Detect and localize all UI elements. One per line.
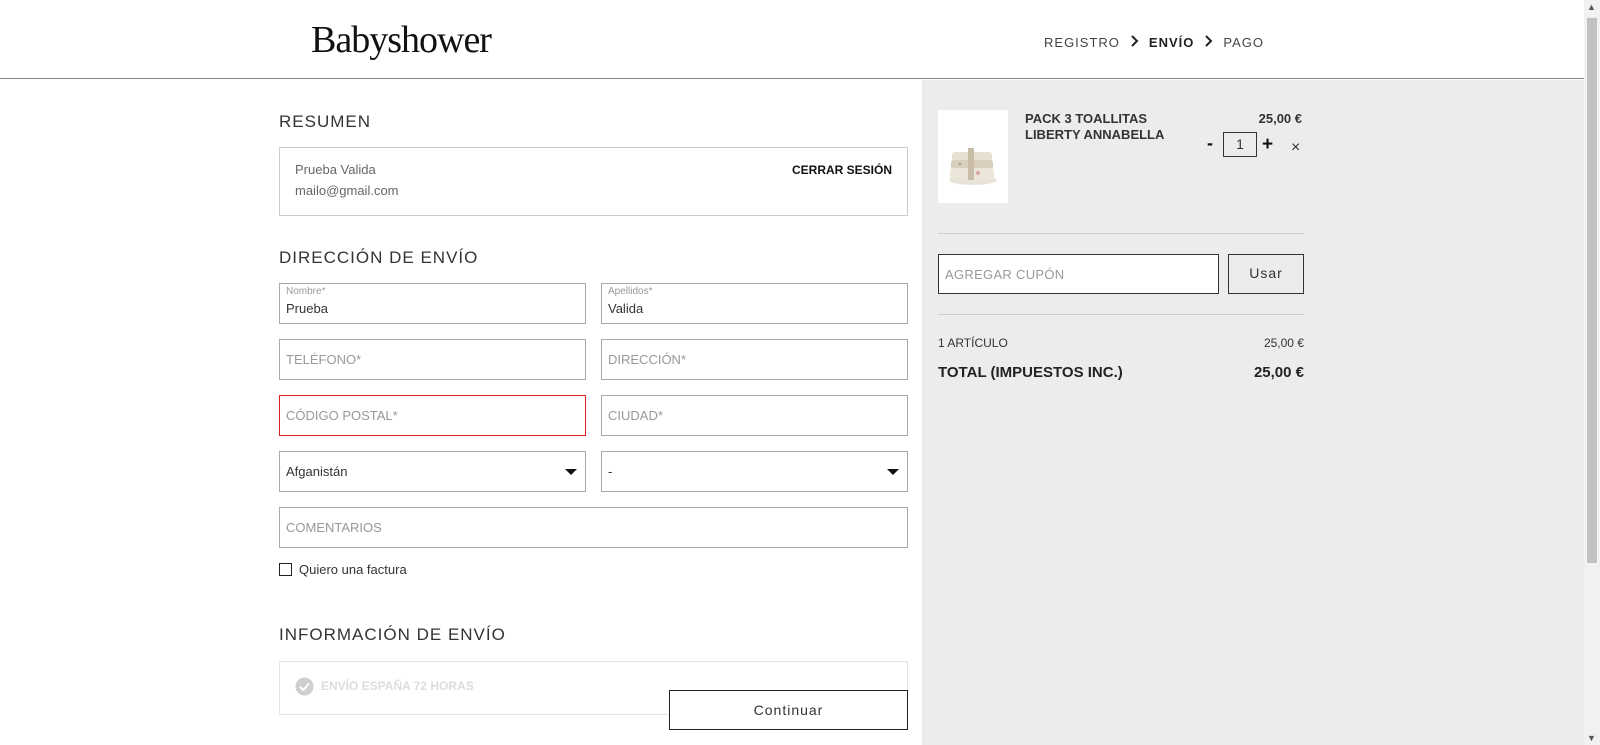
continue-button[interactable]: Continuar [669, 690, 908, 730]
page-scrollbar[interactable]: ▲ ▼ [1584, 0, 1600, 745]
direccion-placeholder: DIRECCIÓN* [608, 352, 687, 367]
step-envio: ENVÍO [1148, 34, 1195, 50]
ciudad-field[interactable]: CIUDAD* [601, 395, 908, 436]
order-summary-panel [922, 80, 1584, 745]
total-label: TOTAL (IMPUESTOS INC.) [938, 364, 1123, 381]
product-name[interactable]: PACK 3 TOALLITAS LIBERTY ANNABELLA [1025, 111, 1164, 143]
coupon-placeholder: AGREGAR CUPÓN [945, 267, 1065, 282]
shipping-info-title: INFORMACIÓN DE ENVÍO [279, 625, 506, 644]
quantity-decrease-button[interactable]: - [1207, 133, 1213, 154]
items-count-label: 1 ARTÍCULO [938, 336, 1008, 350]
nombre-label: Nombre* [286, 286, 326, 297]
telefono-placeholder: TELÉFONO* [286, 352, 362, 367]
account-summary-box: Prueba Valida mailo@gmail.com CERRAR SES… [279, 147, 908, 216]
shipping-address-title: DIRECCIÓN DE ENVÍO [279, 248, 479, 267]
remove-item-button[interactable]: × [1291, 139, 1300, 157]
codigo-postal-field[interactable]: CÓDIGO POSTAL* [279, 395, 586, 436]
nombre-field[interactable]: Nombre* Prueba [279, 283, 586, 324]
caret-down-icon [887, 469, 899, 475]
invoice-checkbox[interactable] [279, 563, 292, 576]
shipping-option-label: ENVÍO ESPAÑA 72 HORAS [321, 679, 474, 693]
product-name-line1: PACK 3 TOALLITAS [1025, 111, 1148, 126]
chevron-right-icon [1204, 34, 1213, 50]
nombre-value: Prueba [286, 301, 328, 316]
site-header: Babyshower REGISTRO ENVÍO PAGO [0, 0, 1584, 79]
scroll-down-arrow-icon[interactable]: ▼ [1587, 733, 1596, 743]
apply-coupon-button[interactable]: Usar [1228, 254, 1304, 294]
quantity-input[interactable]: 1 [1223, 132, 1257, 157]
product-name-line2: LIBERTY ANNABELLA [1025, 127, 1165, 142]
user-name: Prueba Valida [295, 162, 376, 177]
check-circle-icon [295, 677, 314, 701]
scroll-up-arrow-icon[interactable]: ▲ [1587, 2, 1596, 12]
step-pago: PAGO [1223, 34, 1264, 50]
cart-divider [938, 314, 1304, 315]
summary-title: RESUMEN [279, 112, 372, 131]
apellidos-label: Apellidos* [608, 286, 653, 297]
scrollbar-thumb[interactable] [1587, 18, 1597, 563]
caret-down-icon [565, 469, 577, 475]
telefono-field[interactable]: TELÉFONO* [279, 339, 586, 380]
apellidos-field[interactable]: Apellidos* Valida [601, 283, 908, 324]
close-icon: × [1291, 139, 1301, 156]
ciudad-placeholder: CIUDAD* [608, 408, 663, 423]
quantity-increase-button[interactable]: + [1262, 134, 1273, 156]
product-image [938, 110, 1008, 203]
total-value: 25,00 € [1253, 364, 1304, 381]
product-price: 25,00 € [1258, 111, 1302, 126]
step-registro[interactable]: REGISTRO [1044, 35, 1120, 50]
direccion-field[interactable]: DIRECCIÓN* [601, 339, 908, 380]
chevron-right-icon [1130, 34, 1139, 50]
country-select[interactable]: Afganistán [279, 451, 586, 492]
cart-divider [938, 233, 1304, 234]
province-select[interactable]: - [601, 451, 908, 492]
codigo-postal-placeholder: CÓDIGO POSTAL* [286, 408, 398, 423]
comments-placeholder: COMENTARIOS [286, 520, 382, 535]
user-email: mailo@gmail.com [295, 183, 399, 198]
coupon-input[interactable]: AGREGAR CUPÓN [938, 254, 1219, 294]
invoice-label[interactable]: Quiero una factura [299, 562, 407, 577]
brand-logo[interactable]: Babyshower [311, 18, 492, 62]
apellidos-value: Valida [608, 301, 644, 316]
checkout-steps-breadcrumb: REGISTRO ENVÍO PAGO [1044, 34, 1264, 50]
comments-field[interactable]: COMENTARIOS [279, 507, 908, 548]
province-selected: - [608, 464, 613, 479]
country-selected: Afganistán [286, 464, 348, 479]
logout-button[interactable]: CERRAR SESIÓN [792, 163, 892, 177]
items-subtotal: 25,00 € [1263, 336, 1304, 350]
